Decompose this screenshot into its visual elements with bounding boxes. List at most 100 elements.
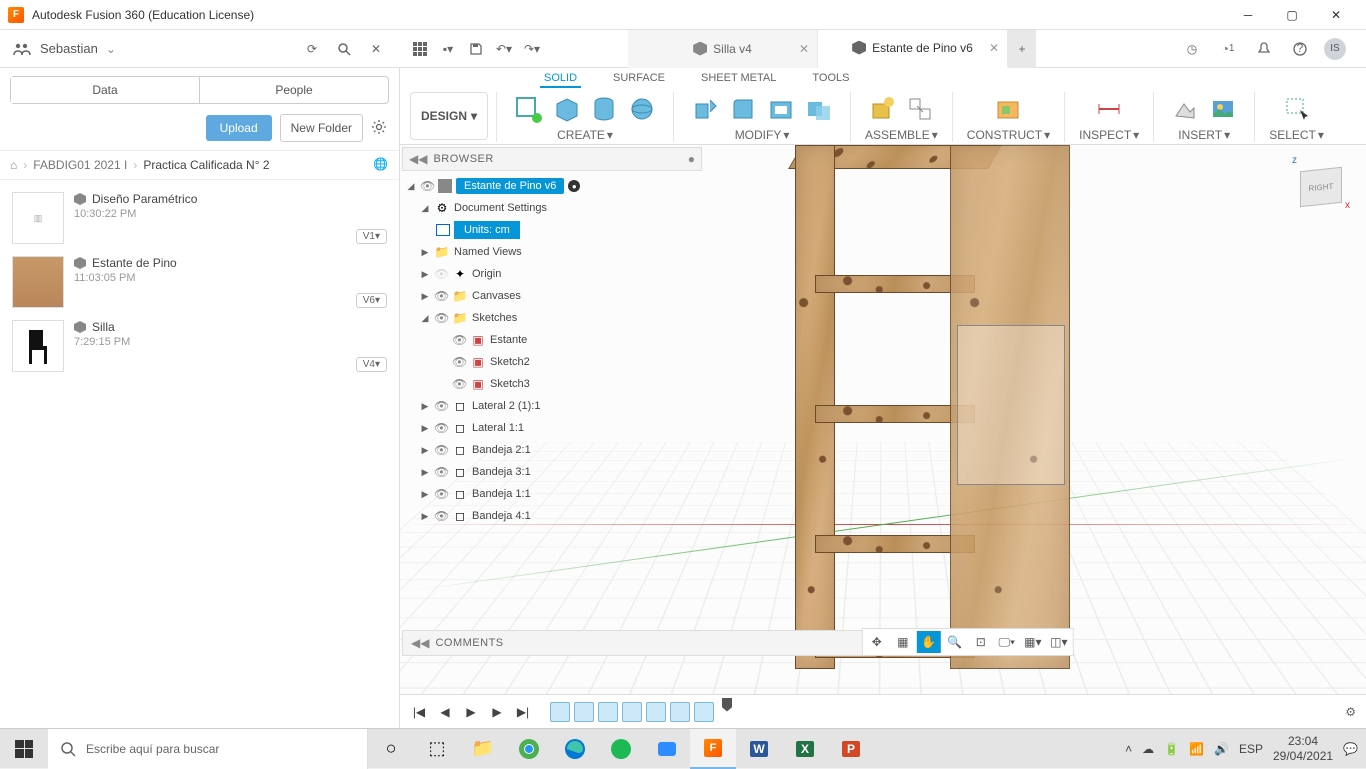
team-icon[interactable] [12,41,32,57]
language-indicator[interactable]: ESP [1239,742,1263,756]
tree-origin[interactable]: ▶👁✦Origin [402,263,702,285]
edge-icon[interactable] [552,729,598,769]
tree-body[interactable]: ▶👁◻Bandeja 1:1 [402,483,702,505]
add-tab-button[interactable]: + [1008,30,1036,68]
help-icon[interactable]: ? [1288,37,1312,61]
timeline-feature[interactable] [646,702,666,722]
chevron-up-icon[interactable]: ˄ [1125,742,1132,756]
timeline-feature[interactable] [622,702,642,722]
display-icon[interactable]: 🖵▾ [995,631,1019,653]
username[interactable]: Sebastian [40,41,98,56]
job-status-icon[interactable]: ◔1 [1216,37,1240,61]
tab-silla[interactable]: Silla v4 ✕ [628,30,818,68]
tree-namedviews[interactable]: ▶📁Named Views [402,241,702,263]
upload-button[interactable]: Upload [206,115,272,141]
timeline-feature[interactable] [670,702,690,722]
component-icon[interactable] [865,92,899,126]
timeline-feature[interactable] [694,702,714,722]
search-icon[interactable] [332,37,356,61]
redo-icon[interactable]: ↷▾ [520,37,544,61]
timeline-prev-icon[interactable]: ◀ [436,703,454,721]
fillet-icon[interactable] [726,92,760,126]
tree-body[interactable]: ▶👁◻Bandeja 4:1 [402,505,702,527]
eye-icon[interactable]: 👁 [434,487,448,501]
grid-icon[interactable]: ▦▾ [1021,631,1045,653]
tree-sketch[interactable]: 👁▣Sketch2 [402,351,702,373]
tab-estante[interactable]: Estante de Pino v6 ✕ [818,30,1008,68]
eye-icon[interactable]: 👁 [452,333,466,347]
timeline-marker[interactable] [722,698,732,712]
tree-docsettings[interactable]: ◢⚙Document Settings [402,197,702,219]
eye-icon[interactable]: 👁 [452,377,466,391]
eye-icon[interactable]: 👁 [420,179,434,193]
gear-icon[interactable] [371,119,389,137]
tree-sketch[interactable]: 👁▣Estante [402,329,702,351]
viewcube[interactable]: z RIGHT x [1290,155,1350,215]
canvas-icon[interactable] [1206,92,1240,126]
taskview-icon[interactable]: ○ [368,729,414,769]
viewport-icon[interactable]: ◫▾ [1047,631,1071,653]
lookat-icon[interactable]: ▦ [891,631,915,653]
eye-icon[interactable]: 👁 [434,421,448,435]
measure-icon[interactable] [1092,92,1126,126]
timeline-feature[interactable] [574,702,594,722]
cylinder-icon[interactable] [587,92,621,126]
eye-icon[interactable]: 👁 [434,311,448,325]
tree-body[interactable]: ▶👁◻Lateral 2 (1):1 [402,395,702,417]
timeline-play-icon[interactable]: ▶ [462,703,480,721]
joint-icon[interactable] [903,92,937,126]
sketch-icon[interactable] [511,92,545,126]
group-label[interactable]: ASSEMBLE▾ [865,128,938,142]
sphere-icon[interactable] [625,92,659,126]
tree-canvases[interactable]: ▶👁📁Canvases [402,285,702,307]
crumb-folder[interactable]: Practica Calificada N° 2 [143,158,269,172]
plane-icon[interactable] [991,92,1025,126]
file-item[interactable]: ▥ Diseño Paramétrico 10:30:22 PM V1▾ [6,186,393,250]
close-button[interactable]: ✕ [1314,0,1358,30]
zoomfit-icon[interactable]: ⊡ [969,631,993,653]
timeline-end-icon[interactable]: ▶| [514,703,532,721]
group-label[interactable]: CONSTRUCT▾ [967,128,1050,142]
orbit-icon[interactable]: ✥ [865,631,889,653]
gear-icon[interactable]: ⚙ [1345,705,1356,719]
action-center-icon[interactable]: 💬 [1343,742,1358,756]
zoom-icon[interactable] [644,729,690,769]
taskbar-app[interactable]: ⬚ [414,729,460,769]
eye-icon[interactable]: 👁 [434,443,448,457]
clock[interactable]: 23:04 29/04/2021 [1273,734,1333,763]
excel-icon[interactable]: X [782,729,828,769]
crumb-project[interactable]: FABDIG01 2021 I [33,158,127,172]
pin-icon[interactable]: ● [688,152,695,166]
ribbon-tab-surface[interactable]: SURFACE [609,70,669,88]
timeline-feature[interactable] [598,702,618,722]
save-icon[interactable] [464,37,488,61]
chrome-icon[interactable] [506,729,552,769]
onedrive-icon[interactable]: ☁ [1142,742,1154,756]
eye-icon[interactable]: 👁 [434,289,448,303]
extensions-icon[interactable]: ◷ [1180,37,1204,61]
wifi-icon[interactable]: 📶 [1189,742,1204,756]
word-icon[interactable]: W [736,729,782,769]
tab-data[interactable]: Data [11,77,200,103]
tree-body[interactable]: ▶👁◻Bandeja 2:1 [402,439,702,461]
combine-icon[interactable] [802,92,836,126]
explorer-icon[interactable]: 📁 [460,729,506,769]
viewcube-face[interactable]: RIGHT [1300,167,1342,207]
globe-icon[interactable]: 🌐 [373,157,389,173]
tree-sketch[interactable]: 👁▣Sketch3 [402,373,702,395]
timeline-next-icon[interactable]: ▶ [488,703,506,721]
notifications-icon[interactable] [1252,37,1276,61]
group-label[interactable]: INSPECT▾ [1079,128,1139,142]
tree-body[interactable]: ▶👁◻Bandeja 3:1 [402,461,702,483]
tree-units[interactable]: Units: cm [402,219,702,241]
ribbon-tab-sheet[interactable]: SHEET METAL [697,70,780,88]
eye-icon[interactable]: 👁 [452,355,466,369]
shelf-model[interactable] [795,145,1075,675]
close-panel-icon[interactable]: ✕ [364,37,388,61]
pan-icon[interactable]: ✋ [917,631,941,653]
radio-icon[interactable]: ● [568,180,580,192]
eye-icon[interactable]: 👁 [434,267,448,281]
close-tab-icon[interactable]: ✕ [989,41,999,55]
maximize-button[interactable]: ▢ [1270,0,1314,30]
group-label[interactable]: CREATE▾ [557,128,613,142]
